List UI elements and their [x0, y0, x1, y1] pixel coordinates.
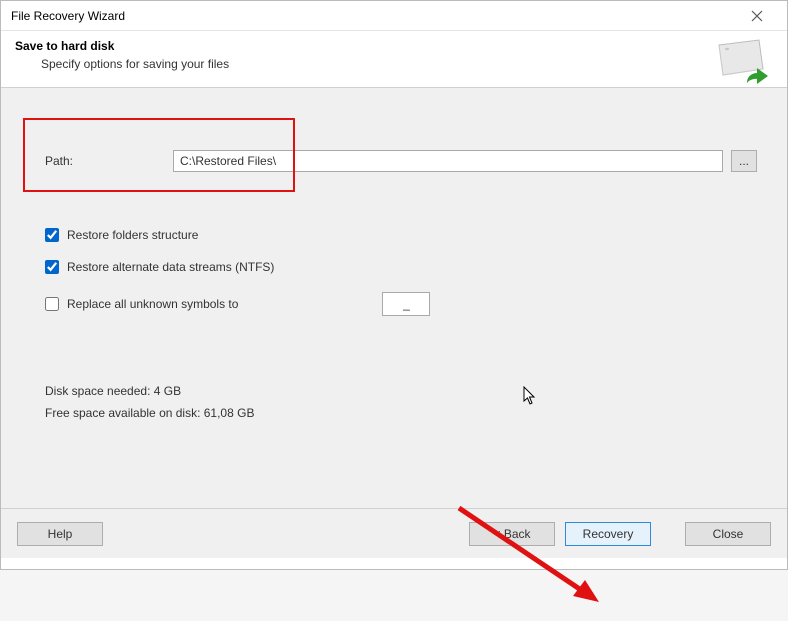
help-button[interactable]: Help: [17, 522, 103, 546]
path-row: Path: ...: [45, 150, 757, 172]
wizard-body: Path: ... Restore folders structure Rest…: [1, 88, 787, 508]
back-button[interactable]: < Back: [469, 522, 555, 546]
restore-ads-checkbox[interactable]: [45, 260, 59, 274]
page-subtitle: Specify options for saving your files: [41, 57, 773, 71]
path-label: Path:: [45, 154, 173, 168]
replace-symbols-clickable[interactable]: Replace all unknown symbols to: [45, 297, 238, 311]
restore-ads-label: Restore alternate data streams (NTFS): [67, 260, 274, 274]
disk-space-free: Free space available on disk: 61,08 GB: [45, 406, 757, 420]
window-title: File Recovery Wizard: [11, 9, 125, 23]
close-button[interactable]: Close: [685, 522, 771, 546]
wizard-header: Save to hard disk Specify options for sa…: [1, 31, 787, 88]
wizard-window: File Recovery Wizard Save to hard disk S…: [0, 0, 788, 570]
page-title: Save to hard disk: [15, 39, 773, 53]
options-group: Restore folders structure Restore altern…: [45, 228, 757, 316]
replace-symbols-checkbox[interactable]: [45, 297, 59, 311]
titlebar: File Recovery Wizard: [1, 1, 787, 31]
hard-disk-icon: [713, 37, 769, 85]
restore-folders-option[interactable]: Restore folders structure: [45, 228, 757, 242]
restore-ads-option[interactable]: Restore alternate data streams (NTFS): [45, 260, 757, 274]
browse-button[interactable]: ...: [731, 150, 757, 172]
replace-symbols-input[interactable]: [382, 292, 430, 316]
close-icon: [751, 10, 763, 22]
recovery-button[interactable]: Recovery: [565, 522, 651, 546]
restore-folders-checkbox[interactable]: [45, 228, 59, 242]
replace-symbols-option: Replace all unknown symbols to: [45, 292, 757, 316]
wizard-footer: Help < Back Recovery Close: [1, 508, 787, 558]
disk-space-needed: Disk space needed: 4 GB: [45, 384, 757, 398]
restore-folders-label: Restore folders structure: [67, 228, 198, 242]
replace-symbols-label: Replace all unknown symbols to: [67, 297, 238, 311]
path-input[interactable]: [173, 150, 723, 172]
disk-info: Disk space needed: 4 GB Free space avail…: [45, 384, 757, 420]
window-close-button[interactable]: [737, 2, 777, 30]
